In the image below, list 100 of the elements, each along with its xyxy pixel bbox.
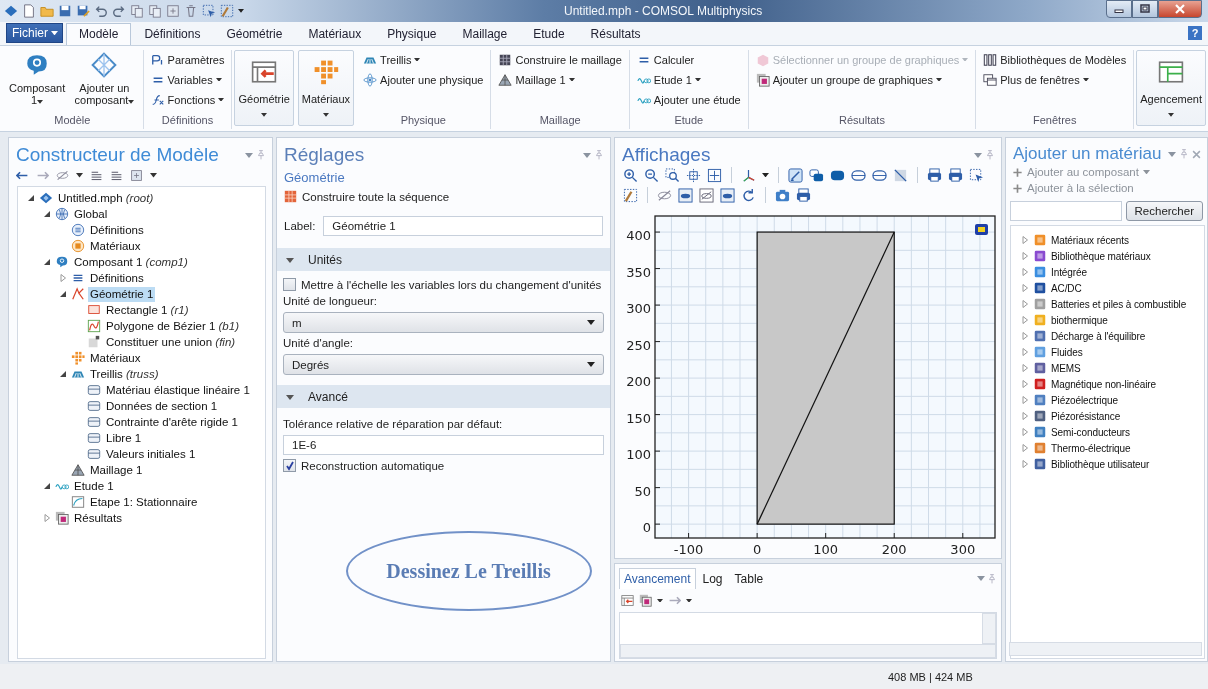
tree-item[interactable]: Bibliothèque utilisateur — [1051, 458, 1150, 470]
tree-item[interactable]: Matériau élastique linéaire 1 — [104, 382, 252, 398]
tree-item[interactable]: Intégrée — [1051, 266, 1087, 278]
label-input[interactable]: Géométrie 1 — [323, 216, 603, 236]
tree-item[interactable]: Global — [72, 206, 110, 222]
search-field[interactable] — [1010, 201, 1122, 221]
zoom-in-icon[interactable] — [623, 167, 638, 183]
expand-arrow-icon[interactable] — [1021, 380, 1029, 388]
tree-item[interactable]: Maillage 1 — [88, 462, 145, 478]
tree-item[interactable]: Valeurs initiales 1 — [104, 446, 198, 462]
search-button[interactable]: Rechercher — [1125, 201, 1203, 221]
ribbon-button[interactable]: Maillage 1 — [496, 70, 624, 89]
tree-item[interactable]: Etude 1 — [72, 478, 116, 494]
section-header[interactable]: Avancé — [277, 385, 610, 408]
file-menu-button[interactable]: Fichier — [6, 23, 63, 43]
zoom-box-icon[interactable] — [665, 167, 680, 183]
build-all-button[interactable]: Construire toute la séquence — [277, 187, 457, 206]
tree-item[interactable]: Magnétique non-linéaire — [1051, 378, 1156, 390]
expand-arrow-icon[interactable] — [1021, 412, 1029, 420]
collapse-arrow-icon[interactable] — [43, 258, 51, 266]
checkbox[interactable] — [283, 278, 296, 291]
tree-item[interactable]: Composant 1 (comp1) — [72, 254, 190, 270]
ribbon-button[interactable]: Paramètres — [148, 50, 227, 69]
ribbon-split-button[interactable]: Agencement — [1136, 50, 1206, 126]
panel-tab[interactable]: Log — [697, 568, 728, 589]
ribbon-button[interactable]: Ajouter un groupe de graphiques — [753, 70, 971, 89]
minimize-button[interactable] — [1106, 0, 1132, 18]
tree-item[interactable]: Piézorésistance — [1051, 410, 1121, 422]
eye-icon[interactable] — [720, 187, 735, 203]
redo-icon[interactable] — [112, 4, 126, 18]
tree-item[interactable]: Semi-conducteurs — [1051, 426, 1130, 438]
maximize-button[interactable] — [1132, 0, 1158, 18]
paste-icon[interactable] — [148, 4, 162, 18]
ribbon-button[interactable]: Composant 1 — [7, 50, 68, 108]
ribbon-tab[interactable]: Définitions — [131, 23, 214, 45]
tree-item[interactable]: Matériaux — [88, 350, 143, 366]
printer-icon[interactable] — [948, 167, 963, 183]
camera-icon[interactable] — [775, 187, 790, 203]
tree-item[interactable]: Définitions — [88, 222, 146, 238]
arrows-icon[interactable] — [668, 594, 681, 607]
tree-item[interactable]: Untitled.mph (root) — [56, 190, 156, 206]
axes-icon[interactable] — [741, 167, 756, 183]
brush-icon[interactable] — [623, 187, 638, 203]
expand-arrow-icon[interactable] — [1021, 332, 1029, 340]
ribbon-button[interactable]: Plus de fenêtres — [981, 70, 1129, 89]
expand-arrow-icon[interactable] — [59, 274, 67, 282]
tree-item[interactable]: Matériaux récents — [1051, 234, 1129, 246]
collapse-arrow-icon[interactable] — [59, 290, 67, 298]
expand-arrow-icon[interactable] — [1021, 460, 1029, 468]
ribbon-split-button[interactable]: Matériaux — [297, 50, 355, 126]
ribbon-button[interactable]: Treillis — [361, 50, 486, 69]
save-icon[interactable] — [58, 4, 72, 18]
collapse-arrow-icon[interactable] — [43, 482, 51, 490]
edit-icon[interactable] — [788, 167, 803, 183]
expand-arrow-icon[interactable] — [43, 514, 51, 522]
collapse-all-icon[interactable] — [90, 169, 103, 182]
tree-item[interactable]: Batteries et piles à combustible — [1051, 298, 1187, 310]
expand-arrow-icon[interactable] — [1021, 316, 1029, 324]
expand-arrow-icon[interactable] — [1021, 396, 1029, 404]
tree-item[interactable]: Résultats — [72, 510, 124, 526]
panel-tab[interactable]: Table — [729, 568, 769, 589]
expand-arrow-icon[interactable] — [1021, 252, 1029, 260]
tree-item[interactable]: Fluides — [1051, 346, 1083, 358]
fit-icon[interactable] — [707, 167, 722, 183]
tree-item[interactable]: biothermique — [1051, 314, 1108, 326]
checkbox[interactable] — [283, 459, 296, 472]
dropdown[interactable]: m — [283, 312, 604, 333]
copy-icon[interactable] — [130, 4, 144, 18]
section-header[interactable]: Unités — [277, 248, 610, 271]
tree-item[interactable]: Thermo-électrique — [1051, 442, 1131, 454]
tree-item[interactable]: Définitions — [88, 270, 146, 286]
printer-icon[interactable] — [927, 167, 942, 183]
ribbon-button[interactable]: Ajouter une physique — [361, 70, 486, 89]
slash-icon[interactable] — [893, 167, 908, 183]
collapse-arrow-icon[interactable] — [59, 370, 67, 378]
ribbon-button[interactable]: Etude 1 — [634, 70, 743, 89]
move-icon[interactable] — [686, 167, 701, 183]
help-button[interactable]: ? — [1188, 26, 1202, 40]
save-as-icon[interactable] — [76, 4, 90, 18]
shapes-icon[interactable] — [809, 167, 824, 183]
tree-item[interactable]: Treillis (truss) — [88, 366, 161, 382]
hide-icon[interactable] — [657, 187, 672, 203]
clear-icon[interactable] — [220, 4, 234, 18]
expand-arrow-icon[interactable] — [1021, 300, 1029, 308]
eye-icon[interactable] — [56, 169, 69, 182]
ribbon-tab[interactable]: Physique — [374, 23, 450, 45]
delete-icon[interactable] — [184, 4, 198, 18]
tree-item[interactable]: Rectangle 1 (r1) — [104, 302, 191, 318]
ribbon-button[interactable]: Variables — [148, 70, 227, 89]
horizontal-scrollbar[interactable] — [620, 644, 996, 658]
expand-arrow-icon[interactable] — [1021, 348, 1029, 356]
zoom-out-icon[interactable] — [644, 167, 659, 183]
dropdown[interactable]: Degrés — [283, 354, 604, 375]
tree-item[interactable]: Matériaux — [88, 238, 143, 254]
new-file-icon[interactable] — [22, 4, 36, 18]
ribbon-button[interactable]: Ajouter un composant — [71, 50, 138, 108]
ribbon-button[interactable]: Construire le maillage — [496, 50, 624, 69]
tree-item[interactable]: MEMS — [1051, 362, 1081, 374]
ribbon-tab[interactable]: Etude — [520, 23, 578, 45]
ribbon-button[interactable]: Calculer — [634, 50, 743, 69]
